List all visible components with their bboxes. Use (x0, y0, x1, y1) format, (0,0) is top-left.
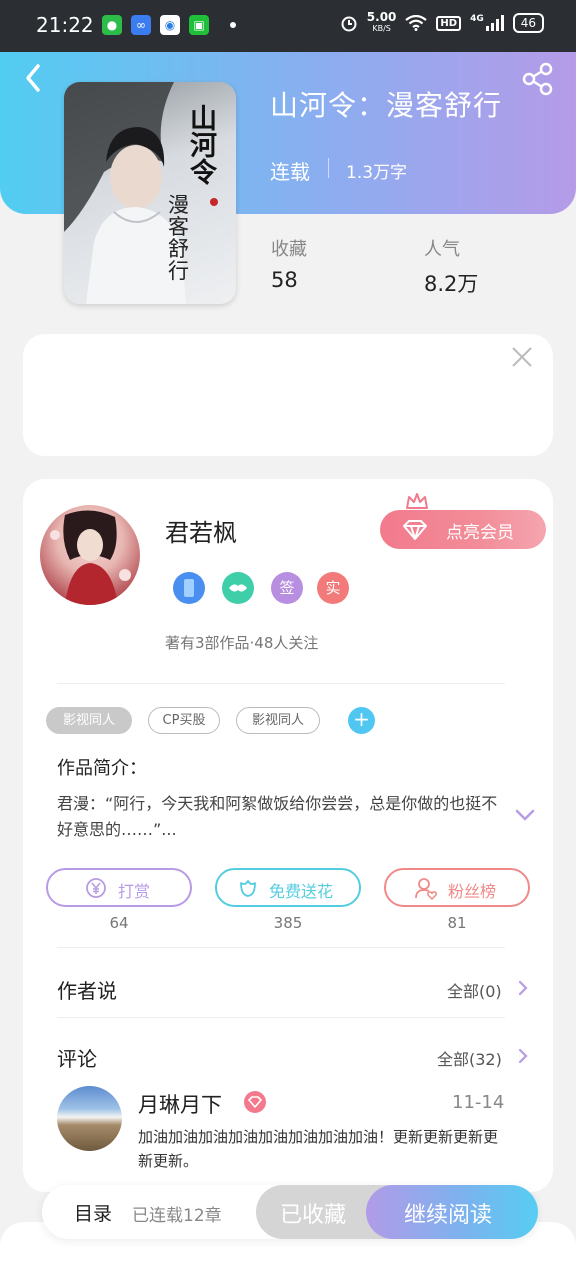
status-time: 21:22 (36, 13, 94, 37)
send-flower-button[interactable]: 免费送花 (215, 868, 361, 907)
net-speed: 5.00 KB/S (366, 10, 397, 33)
popularity-value: 8.2万 (424, 272, 479, 296)
send-flower-label: 免费送花 (269, 882, 334, 901)
word-count: 1.3万字 (346, 163, 408, 183)
vip-diamond-badge-icon (244, 1091, 266, 1113)
notification-icons: ● ∞ ◉ ▣ (102, 15, 236, 35)
cover-title: 山河令 (190, 104, 217, 189)
intro-text: 君漫：“阿行，今天我和阿絮做饭给你尝尝，总是你做的也挺不好意思的……”... (57, 794, 498, 839)
vip-button-label: 点亮会员 (446, 523, 514, 543)
cover-subtitle: 漫客舒行 (168, 193, 189, 283)
divider (57, 1017, 505, 1018)
divider (57, 947, 505, 948)
add-tag-button[interactable]: + (348, 707, 375, 734)
close-icon[interactable] (511, 346, 533, 368)
table-of-contents-button[interactable]: 目录 (74, 1199, 112, 1226)
hd-badge: HD (436, 15, 462, 31)
status-divider (328, 158, 329, 178)
alarm-icon (341, 16, 357, 32)
signal-icon: 4G (470, 15, 504, 31)
intro-label: 作品简介： (57, 758, 147, 779)
author-avatar[interactable] (40, 505, 140, 605)
tag-item[interactable]: 影视同人 (46, 707, 132, 734)
flower-icon (240, 880, 256, 897)
back-arrow-icon[interactable] (22, 62, 46, 94)
yen-icon (86, 878, 106, 898)
sign-badge-icon: 签 (271, 572, 303, 604)
ad-banner[interactable] (23, 334, 553, 456)
fan-count: 81 (447, 914, 467, 932)
author-name[interactable]: 君若枫 (165, 513, 237, 548)
tip-button[interactable]: 打赏 (46, 868, 192, 907)
author-says-more[interactable]: 全部(0) (447, 978, 502, 1002)
book-cover[interactable]: 山河令 漫客舒行 (64, 82, 236, 304)
popularity-label: 人气 (424, 239, 460, 260)
comments-more[interactable]: 全部(32) (437, 1046, 502, 1070)
battery-indicator: 46 (512, 13, 544, 33)
tag-item[interactable]: CP买股 (148, 707, 220, 734)
tip-count: 64 (109, 914, 129, 932)
infinity-app-icon: ∞ (131, 15, 151, 35)
chevron-right-icon[interactable] (518, 1048, 528, 1064)
continue-reading-label: 继续阅读 (404, 1203, 493, 1228)
tag-item[interactable]: 影视同人 (236, 707, 320, 734)
flower-count: 385 (273, 914, 303, 932)
circle-app-icon: ◉ (160, 15, 180, 35)
commenter-avatar[interactable] (57, 1086, 122, 1151)
status-bar: 21:22 ● ∞ ◉ ▣ 5.00 KB/S HD 4G 46 (0, 0, 576, 52)
diamond-icon (403, 520, 427, 540)
fan-icon (415, 878, 437, 901)
chevron-right-icon[interactable] (518, 980, 528, 996)
author-says-title: 作者说 (57, 979, 117, 1003)
collected-label: 已收藏 (280, 1203, 347, 1228)
favorites-value: 58 (271, 268, 298, 292)
divider (57, 683, 505, 684)
verified-badge-icon: 实 (317, 572, 349, 604)
share-icon[interactable] (522, 62, 554, 96)
status-indicators: 5.00 KB/S HD 4G 46 (340, 10, 544, 34)
fan-ranking-label: 粉丝榜 (448, 882, 497, 901)
more-notifications-dot-icon (230, 22, 236, 28)
book-status: 连载 (270, 160, 310, 184)
tip-label: 打赏 (118, 882, 151, 901)
commenter-name[interactable]: 月琳月下 (138, 1089, 222, 1119)
comments-title: 评论 (57, 1047, 97, 1071)
chevron-down-icon[interactable] (515, 808, 535, 822)
book-title: 山河令：漫客舒行 (270, 89, 503, 122)
wechat-icon: ● (102, 15, 122, 35)
comment-date: 11-14 (452, 1092, 505, 1113)
favorites-label: 收藏 (271, 239, 307, 260)
wifi-icon (405, 15, 428, 31)
crown-icon (406, 493, 428, 509)
iqiyi-icon: ▣ (189, 15, 209, 35)
author-meta: 著有3部作品·48人关注 (165, 634, 319, 652)
chapter-count: 已连载12章 (132, 1206, 222, 1226)
handshake-badge-icon (222, 572, 254, 604)
fan-ranking-button[interactable]: 粉丝榜 (384, 868, 530, 907)
comment-text: 加油加油加油加油加油加油加油加油！更新更新更新更新更新。 (138, 1128, 499, 1170)
phone-badge-icon (173, 572, 205, 604)
